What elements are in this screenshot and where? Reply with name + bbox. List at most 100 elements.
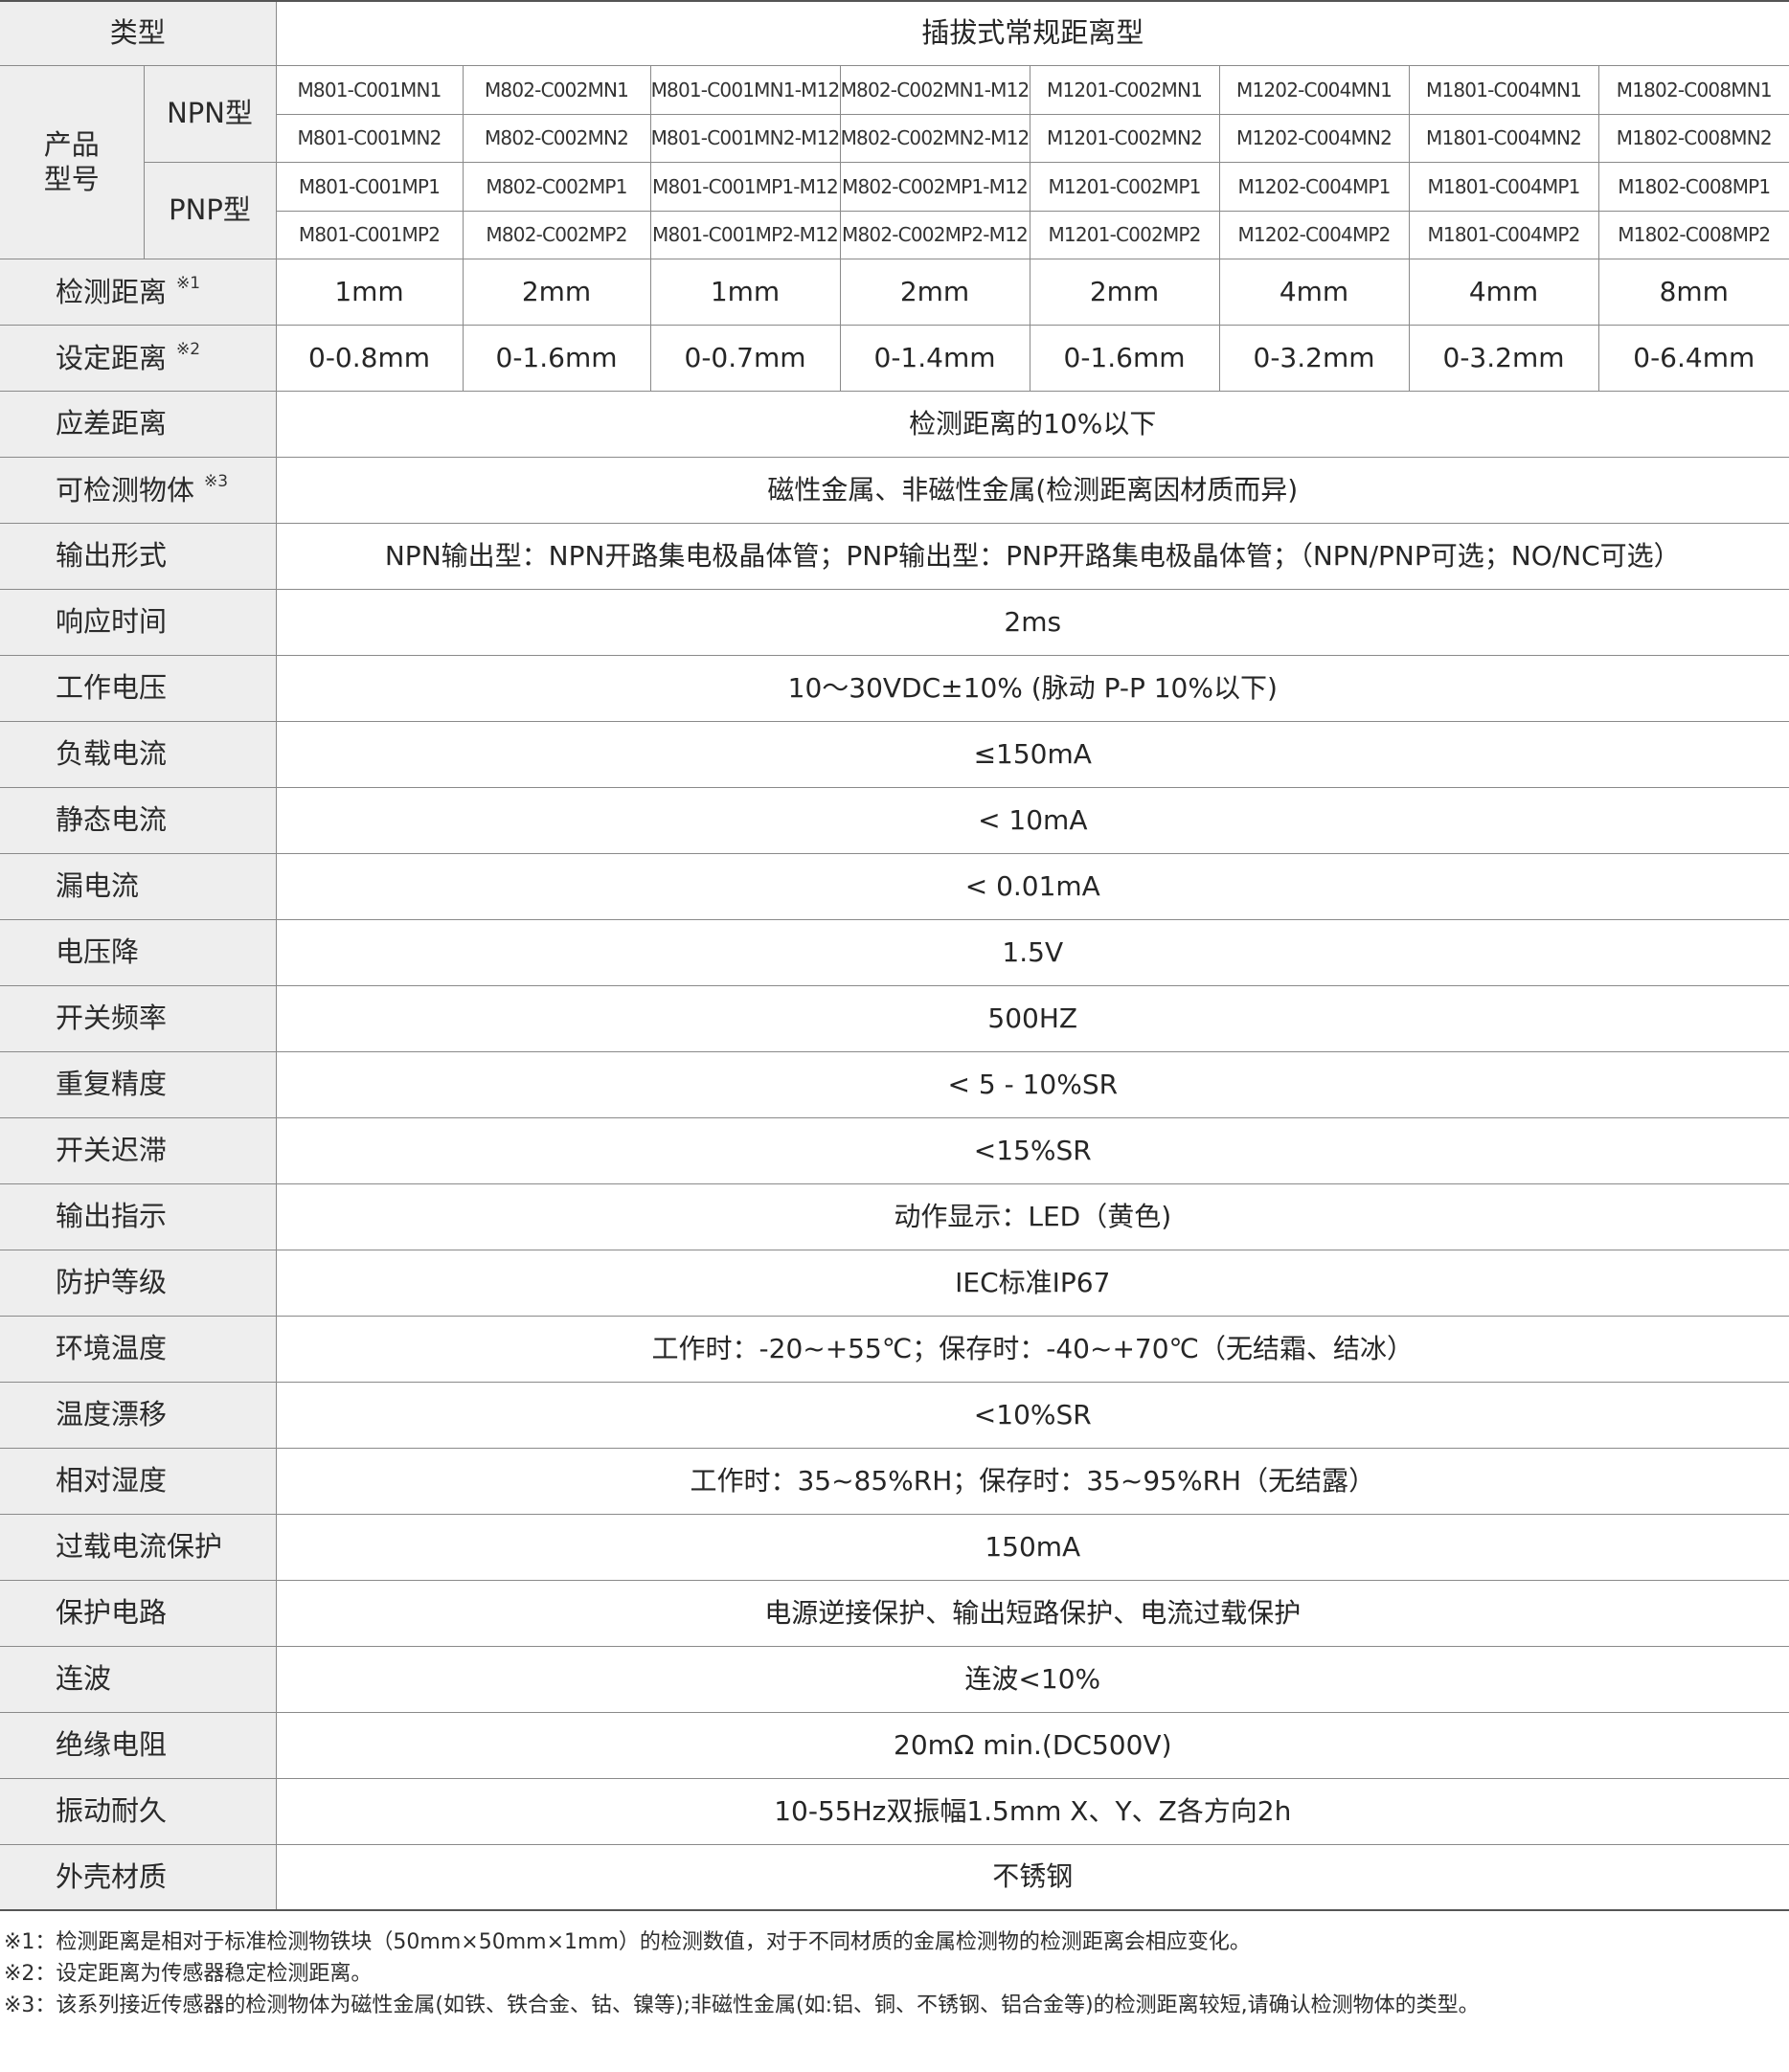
spec-row: 防护等级 IEC标准IP67: [0, 1249, 1789, 1317]
spec-label: 漏电流: [0, 852, 277, 920]
spec-value: IEC标准IP67: [275, 1249, 1789, 1317]
model-cell: M1201-C002MN2: [1029, 113, 1220, 163]
type-row: 类型 插拔式常规距离型: [0, 0, 1789, 66]
spec-label: 开关频率: [0, 984, 277, 1052]
spec-value: 500HZ: [275, 984, 1789, 1052]
spec-label: 负载电流: [0, 720, 277, 788]
spec-row: 外壳材质 不锈钢: [0, 1843, 1789, 1911]
set-distance-label-text: 设定距离: [56, 342, 168, 375]
model-cell: M802-C002MP2: [462, 210, 651, 259]
detect-distance-label-text: 检测距离: [56, 276, 168, 309]
spec-row: 开关迟滞 <15%SR: [0, 1116, 1789, 1184]
model-cell: M1801-C004MN2: [1408, 113, 1599, 163]
spec-row: 漏电流 < 0.01mA: [0, 852, 1789, 920]
spec-label: 工作电压: [0, 654, 277, 722]
model-cell: M1801-C004MN1: [1408, 64, 1599, 115]
detect-distance-value: 1mm: [275, 258, 464, 326]
model-cell: M1202-C004MP2: [1218, 210, 1410, 259]
spec-value: 不锈钢: [275, 1843, 1789, 1911]
type-value: 插拔式常规距离型: [275, 0, 1789, 66]
spec-value: <15%SR: [275, 1116, 1789, 1184]
spec-value: < 10mA: [275, 786, 1789, 854]
spec-row: 相对湿度 工作时：35~85%RH；保存时：35~95%RH（无结露）: [0, 1447, 1789, 1515]
spec-value: 10-55Hz双振幅1.5mm X、Y、Z各方向2h: [275, 1777, 1789, 1845]
model-cell: M802-C002MP1-M12: [839, 161, 1030, 212]
spec-row: 重复精度 < 5 - 10%SR: [0, 1050, 1789, 1118]
detect-distance-row: 检测距离 ※1 1mm 2mm 1mm 2mm 2mm 4mm 4mm 8mm: [0, 258, 1789, 326]
spec-label: 绝缘电阻: [0, 1711, 277, 1779]
spec-value: 1.5V: [275, 918, 1789, 986]
spec-row: 输出指示 动作显示：LED（黄色): [0, 1182, 1789, 1250]
detectable-object-label-text: 可检测物体: [56, 474, 195, 507]
spec-row: 环境温度 工作时：-20~+55℃；保存时：-40~+70℃（无结霜、结冰）: [0, 1315, 1789, 1383]
spec-row: 连波 连波<10%: [0, 1645, 1789, 1713]
note-mark: ※1: [176, 274, 201, 294]
model-cell: M801-C001MP2: [276, 210, 464, 259]
note-mark: ※3: [204, 472, 229, 492]
detect-distance-value: 4mm: [1218, 258, 1410, 326]
detect-distance-value: 8mm: [1597, 258, 1789, 326]
spec-row: 工作电压 10～30VDC±10% (脉动 P-P 10%以下): [0, 654, 1789, 722]
spec-label: 静态电流: [0, 786, 277, 854]
spec-label: 外壳材质: [0, 1843, 277, 1911]
spec-row: 保护电路 电源逆接保护、输出短路保护、电流过载保护: [0, 1579, 1789, 1647]
detect-distance-value: 2mm: [462, 258, 651, 326]
hysteresis-distance-row: 应差距离 检测距离的10%以下: [0, 390, 1789, 458]
model-cell: M801-C001MN2-M12: [649, 113, 841, 163]
spec-label: 温度漂移: [0, 1381, 277, 1449]
footnote: ※2：设定距离为传感器稳定检测距离。: [4, 1962, 373, 1986]
model-cell: M1201-C002MP1: [1029, 161, 1220, 212]
spec-value: 150mA: [275, 1513, 1789, 1581]
set-distance-value: 0-3.2mm: [1408, 324, 1599, 392]
spec-row: 输出形式 NPN输出型：NPN开路集电极晶体管；PNP输出型：PNP开路集电极晶体…: [0, 522, 1789, 590]
set-distance-value: 0-3.2mm: [1218, 324, 1410, 392]
model-cell: M802-C002MN1-M12: [839, 64, 1030, 115]
spec-value: < 5 - 10%SR: [275, 1050, 1789, 1118]
model-cell: M1801-C004MP2: [1408, 210, 1599, 259]
spec-value: 20mΩ min.(DC500V): [275, 1711, 1789, 1779]
spec-value: 工作时：-20~+55℃；保存时：-40~+70℃（无结霜、结冰）: [275, 1315, 1789, 1383]
spec-table-body: 类型 插拔式常规距离型 产品型号 NPN型 M801-C001MN1 M802-…: [0, 0, 1789, 1911]
type-label: 类型: [0, 0, 277, 66]
spec-label: 响应时间: [0, 588, 277, 656]
spec-label: 过载电流保护: [0, 1513, 277, 1581]
note-mark: ※2: [176, 340, 201, 360]
model-cell: M802-C002MN2-M12: [839, 113, 1030, 163]
spec-row: 绝缘电阻 20mΩ min.(DC500V): [0, 1711, 1789, 1779]
detect-distance-value: 1mm: [649, 258, 841, 326]
model-cell: M1802-C008MN1: [1597, 64, 1789, 115]
spec-label: 连波: [0, 1645, 277, 1713]
footnotes: ※1：检测距离是相对于标准检测物铁块（50mm×50mm×1mm）的检测数值，对…: [4, 1926, 1480, 2021]
model-cell: M1802-C008MN2: [1597, 113, 1789, 163]
detect-distance-value: 2mm: [1029, 258, 1220, 326]
spec-label: 环境温度: [0, 1315, 277, 1383]
spec-label: 输出形式: [0, 522, 277, 590]
set-distance-value: 0-1.4mm: [839, 324, 1030, 392]
spec-label: 重复精度: [0, 1050, 277, 1118]
detectable-object-value: 磁性金属、非磁性金属(检测距离因材质而异): [275, 456, 1789, 524]
detectable-object-label: 可检测物体 ※3: [0, 456, 277, 524]
model-cell: M801-C001MN2: [276, 113, 464, 163]
set-distance-value: 0-0.7mm: [649, 324, 841, 392]
spec-table: 类型 插拔式常规距离型 产品型号 NPN型 M801-C001MN1 M802-…: [0, 0, 1789, 1911]
detect-distance-label: 检测距离 ※1: [0, 258, 277, 326]
model-cell: M802-C002MP1: [462, 161, 651, 212]
hysteresis-distance-value: 检测距离的10%以下: [275, 390, 1789, 458]
spec-row: 振动耐久 10-55Hz双振幅1.5mm X、Y、Z各方向2h: [0, 1777, 1789, 1845]
spec-value: 10～30VDC±10% (脉动 P-P 10%以下): [275, 654, 1789, 722]
footnote: ※1：检测距离是相对于标准检测物铁块（50mm×50mm×1mm）的检测数值，对…: [4, 1930, 1251, 1954]
footnote: ※3：该系列接近传感器的检测物体为磁性金属(如铁、铁合金、钴、镍等);非磁性金属…: [4, 1993, 1480, 2017]
model-cell: M801-C001MN1: [275, 64, 464, 115]
detectable-object-row: 可检测物体 ※3 磁性金属、非磁性金属(检测距离因材质而异): [0, 456, 1789, 524]
spec-label: 相对湿度: [0, 1447, 277, 1515]
model-label: 产品型号: [0, 64, 145, 259]
spec-row: 负载电流 ≤150mA: [0, 720, 1789, 788]
spec-value: 2ms: [275, 588, 1789, 656]
spec-row: 电压降 1.5V: [0, 918, 1789, 986]
spec-value: <10%SR: [275, 1381, 1789, 1449]
spec-value: 连波<10%: [275, 1645, 1789, 1713]
model-cell: M1801-C004MP1: [1408, 161, 1599, 212]
spec-row: 温度漂移 <10%SR: [0, 1381, 1789, 1449]
pnp-label: PNP型: [144, 161, 277, 259]
model-cell: M1802-C008MP2: [1597, 210, 1789, 259]
